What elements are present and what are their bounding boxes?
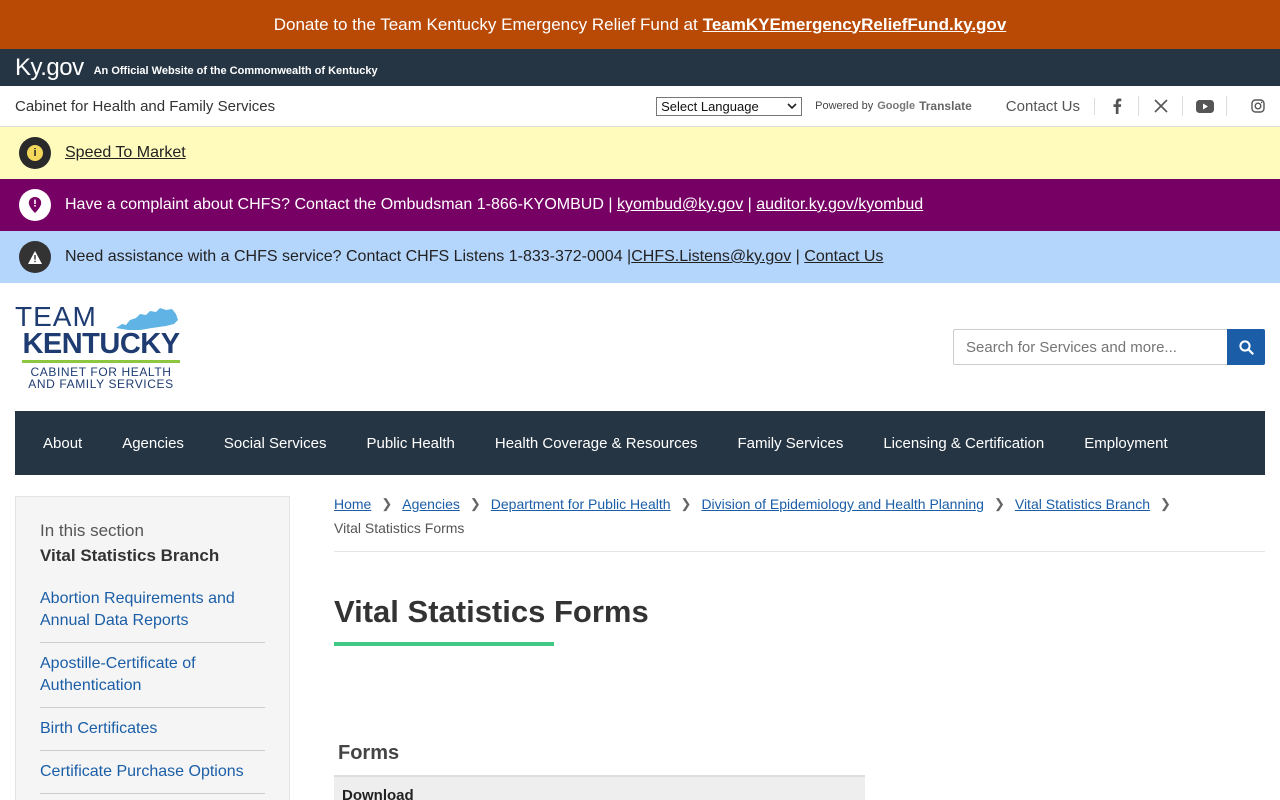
breadcrumb-agencies[interactable]: Agencies xyxy=(402,496,460,512)
nav-health-coverage[interactable]: Health Coverage & Resources xyxy=(475,435,718,452)
chfs-contact-us-link[interactable]: Contact Us xyxy=(804,248,883,266)
logo-team-text: TEAM xyxy=(15,301,97,332)
sidebar-item-birth-certificates[interactable]: Birth Certificates xyxy=(40,708,265,751)
alert-speed-to-market: i Speed To Market xyxy=(0,127,1280,179)
title-underline xyxy=(334,642,554,646)
kygov-tagline: An Official Website of the Commonwealth … xyxy=(93,64,378,77)
section-title: Vital Statistics Branch xyxy=(40,546,220,565)
breadcrumb-epidemiology[interactable]: Division of Epidemiology and Health Plan… xyxy=(701,496,984,512)
forms-heading: Forms xyxy=(338,742,400,764)
chevron-right-icon: ❯ xyxy=(469,496,481,511)
page-content: In this section Vital Statistics Branch … xyxy=(0,475,1280,800)
alert-ombudsman: Have a complaint about CHFS? Contact the… xyxy=(0,179,1280,231)
search-button[interactable] xyxy=(1227,329,1265,365)
breadcrumb-home[interactable]: Home xyxy=(334,496,371,512)
nav-family-services[interactable]: Family Services xyxy=(717,435,863,452)
forms-table-header: Download xyxy=(334,775,865,800)
nav-public-health[interactable]: Public Health xyxy=(346,435,474,452)
breadcrumb-current: Vital Statistics Forms xyxy=(334,520,465,536)
warning-icon xyxy=(19,241,51,273)
translate-label: Translate xyxy=(919,99,972,113)
chfs-listens-sep: | xyxy=(795,248,800,265)
speed-to-market-link[interactable]: Speed To Market xyxy=(65,144,186,162)
info-icon: i xyxy=(19,137,51,169)
search-icon xyxy=(1238,339,1254,355)
team-kentucky-logo[interactable]: TEAM KENTUCKY CABINET FOR HEALTH AND FAM… xyxy=(15,301,187,391)
kygov-bar: Ky.gov An Official Website of the Common… xyxy=(0,49,1280,86)
alert-chfs-listens: Need assistance with a CHFS service? Con… xyxy=(0,231,1280,283)
chevron-right-icon: ❯ xyxy=(680,496,692,511)
site-search xyxy=(953,329,1265,365)
main-content: Home ❯ Agencies ❯ Department for Public … xyxy=(334,496,1265,800)
logo-kentucky-text: KENTUCKY xyxy=(22,328,180,360)
nav-employment[interactable]: Employment xyxy=(1064,435,1187,452)
utility-links: Contact Us xyxy=(1006,96,1265,116)
main-navigation: About Agencies Social Services Public He… xyxy=(15,411,1265,475)
kygov-logo[interactable]: Ky.gov xyxy=(15,54,84,82)
location-alert-icon xyxy=(19,189,51,221)
page-title: Vital Statistics Forms xyxy=(334,594,649,629)
google-translate-credit: Powered by Google Translate xyxy=(815,99,972,113)
powered-by-label: Powered by xyxy=(815,100,874,112)
breadcrumb: Home ❯ Agencies ❯ Department for Public … xyxy=(334,496,1265,552)
chevron-right-icon: ❯ xyxy=(1160,496,1171,511)
donate-banner: Donate to the Team Kentucky Emergency Re… xyxy=(0,0,1280,49)
x-twitter-icon[interactable] xyxy=(1139,96,1183,116)
sidebar-item-certificate-purchase[interactable]: Certificate Purchase Options xyxy=(40,751,265,794)
contact-us-link[interactable]: Contact Us xyxy=(1006,97,1095,115)
youtube-icon[interactable] xyxy=(1183,96,1227,116)
breadcrumb-vital-statistics[interactable]: Vital Statistics Branch xyxy=(1015,496,1150,512)
section-sidebar: In this section Vital Statistics Branch … xyxy=(15,496,290,800)
site-header: TEAM KENTUCKY CABINET FOR HEALTH AND FAM… xyxy=(0,283,1280,411)
chevron-right-icon: ❯ xyxy=(993,496,1005,511)
language-select-value: Select Language xyxy=(661,98,759,114)
chevron-right-icon: ❯ xyxy=(381,496,393,511)
ombudsman-sep: | xyxy=(747,196,752,213)
ombudsman-text: Have a complaint about CHFS? Contact the… xyxy=(65,196,613,213)
donate-text: Donate to the Team Kentucky Emergency Re… xyxy=(273,14,698,34)
chfs-listens-text: Need assistance with a CHFS service? Con… xyxy=(65,248,632,265)
logo-rule xyxy=(22,360,180,363)
sidebar-item-abortion-reports[interactable]: Abortion Requirements and Annual Data Re… xyxy=(40,578,265,643)
in-this-section-label: In this section xyxy=(40,521,144,540)
nav-about[interactable]: About xyxy=(23,435,102,452)
breadcrumb-public-health[interactable]: Department for Public Health xyxy=(491,496,671,512)
language-select[interactable]: Select Language xyxy=(656,96,803,116)
nav-social-services[interactable]: Social Services xyxy=(204,435,347,452)
search-input[interactable] xyxy=(953,329,1227,365)
logo-subtitle-2: AND FAMILY SERVICES xyxy=(28,377,174,391)
chfs-listens-email-link[interactable]: CHFS.Listens@ky.gov xyxy=(631,248,791,266)
donate-link[interactable]: TeamKYEmergencyReliefFund.ky.gov xyxy=(703,15,1007,35)
cabinet-name: Cabinet for Health and Family Services xyxy=(15,97,276,115)
auditor-kyombud-link[interactable]: auditor.ky.gov/kyombud xyxy=(756,196,923,214)
sidebar-item-apostille[interactable]: Apostille-Certificate of Authentication xyxy=(40,643,265,708)
chevron-down-icon xyxy=(787,103,797,110)
google-logo[interactable]: Google xyxy=(877,100,915,112)
kentucky-map-icon xyxy=(116,308,178,330)
facebook-icon[interactable] xyxy=(1095,96,1139,116)
nav-agencies[interactable]: Agencies xyxy=(102,435,204,452)
utility-bar: Cabinet for Health and Family Services S… xyxy=(0,86,1280,127)
instagram-icon[interactable] xyxy=(1227,96,1265,116)
kyombud-email-link[interactable]: kyombud@ky.gov xyxy=(617,196,743,214)
nav-licensing[interactable]: Licensing & Certification xyxy=(863,435,1064,452)
